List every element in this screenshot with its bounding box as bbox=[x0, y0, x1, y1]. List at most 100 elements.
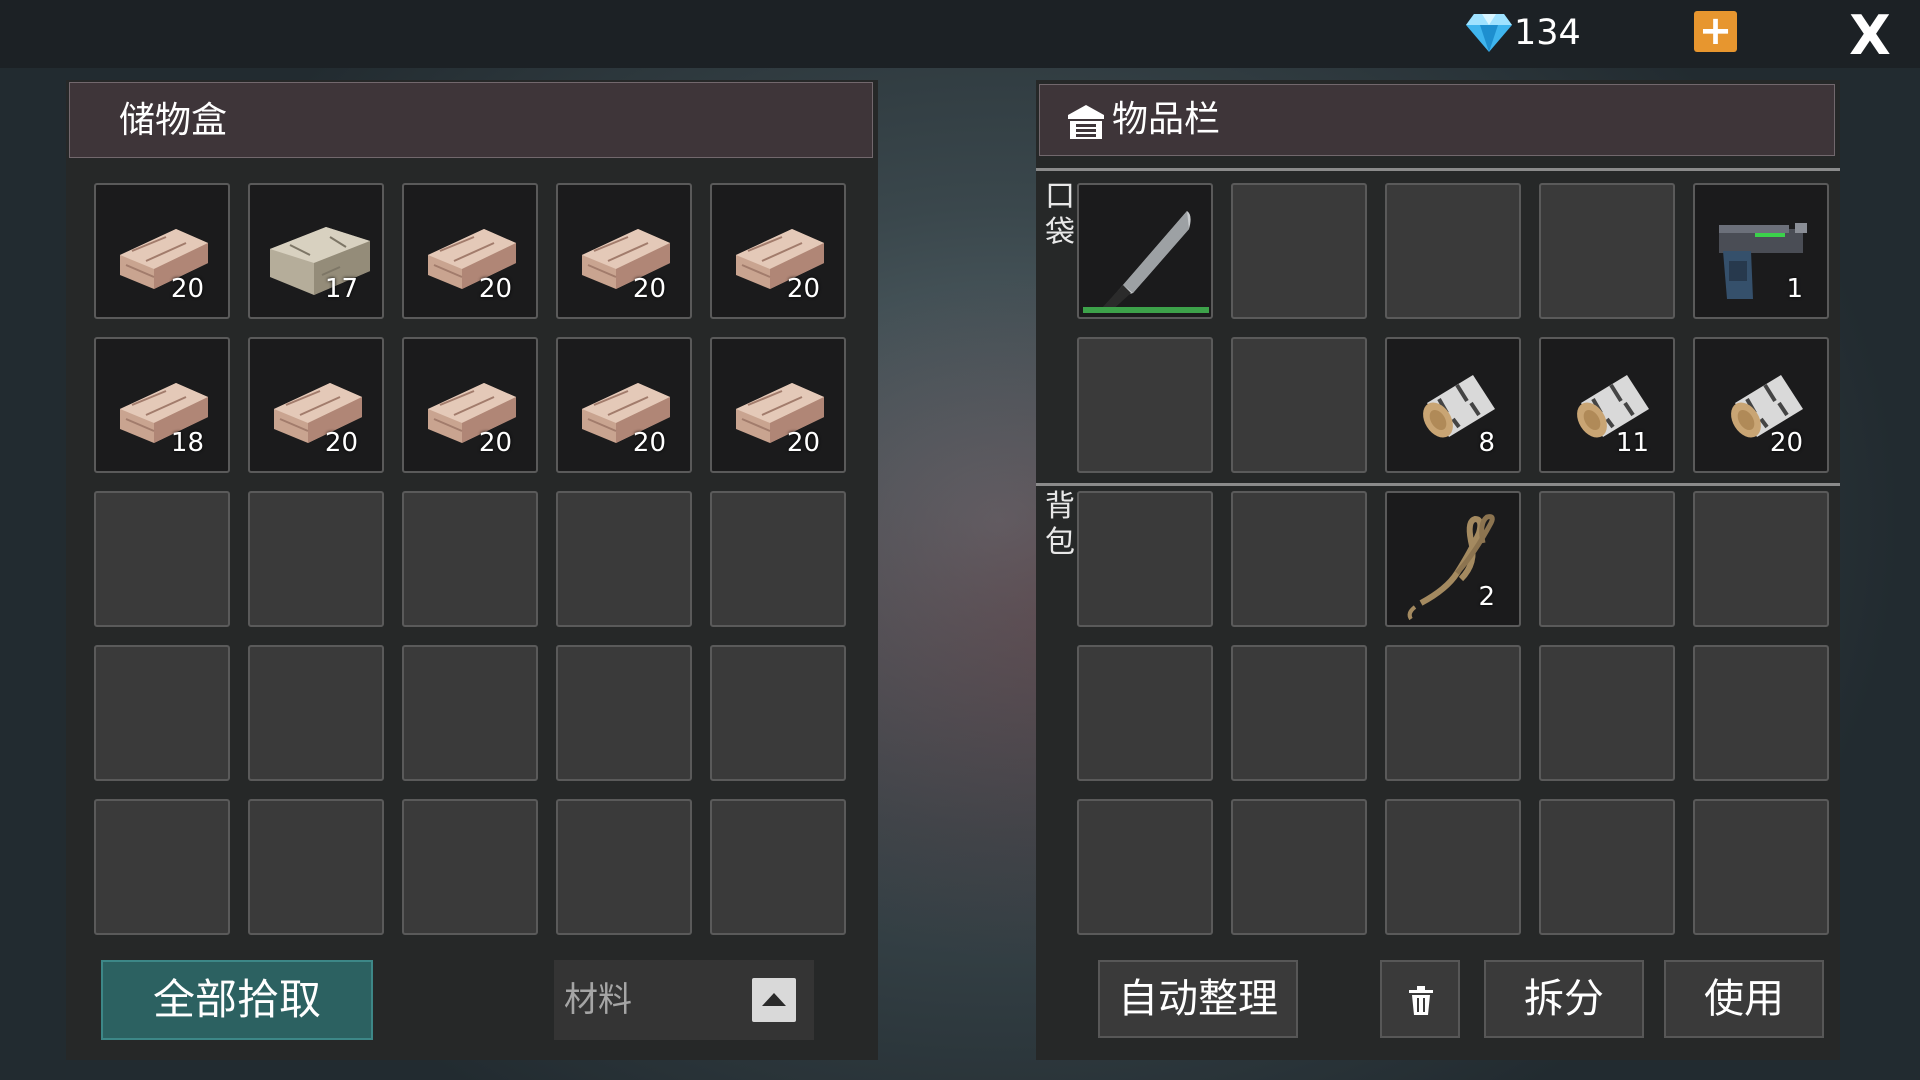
item-quantity: 18 bbox=[170, 428, 204, 458]
rope-icon bbox=[1407, 514, 1495, 621]
empty-slot[interactable] bbox=[1231, 799, 1367, 935]
pocket-label-2: 袋 bbox=[1045, 215, 1075, 250]
empty-slot[interactable] bbox=[1231, 183, 1367, 319]
empty-slot[interactable] bbox=[710, 491, 846, 627]
brick-slot[interactable]: 20 bbox=[248, 337, 384, 473]
item-quantity: 20 bbox=[1769, 428, 1803, 458]
brick-slot[interactable]: 20 bbox=[710, 183, 846, 319]
auto-sort-button[interactable]: 自动整理 bbox=[1098, 960, 1298, 1038]
birch-log-icon bbox=[1577, 375, 1649, 438]
empty-slot[interactable] bbox=[94, 799, 230, 935]
stone-block-icon bbox=[270, 227, 370, 295]
empty-slot[interactable] bbox=[556, 645, 692, 781]
item-quantity: 8 bbox=[1478, 428, 1495, 458]
item-quantity: 1 bbox=[1786, 274, 1803, 304]
birch-log-slot[interactable]: 8 bbox=[1385, 337, 1521, 473]
pistol-icon bbox=[1719, 223, 1807, 299]
empty-slot[interactable] bbox=[1539, 799, 1675, 935]
empty-slot[interactable] bbox=[1231, 645, 1367, 781]
birch-log-slot[interactable]: 20 bbox=[1693, 337, 1829, 473]
empty-slot[interactable] bbox=[402, 645, 538, 781]
pocket-label-1: 口 bbox=[1045, 179, 1075, 214]
inventory-title: 物品栏 bbox=[1112, 99, 1221, 140]
top-bar: 134 + X bbox=[0, 0, 1920, 68]
brick-slot[interactable]: 20 bbox=[402, 337, 538, 473]
machete-slot[interactable] bbox=[1077, 183, 1213, 319]
empty-slot[interactable] bbox=[1077, 337, 1213, 473]
warehouse-icon bbox=[1068, 105, 1104, 139]
brick-icon bbox=[428, 229, 516, 289]
empty-slot[interactable] bbox=[1539, 183, 1675, 319]
item-quantity: 20 bbox=[786, 274, 820, 304]
item-quantity: 20 bbox=[170, 274, 204, 304]
brick-slot[interactable]: 20 bbox=[556, 337, 692, 473]
empty-slot[interactable] bbox=[1385, 645, 1521, 781]
item-quantity: 20 bbox=[632, 428, 666, 458]
empty-slot[interactable] bbox=[556, 799, 692, 935]
empty-slot[interactable] bbox=[1077, 491, 1213, 627]
category-filter-select[interactable]: 材料 bbox=[554, 960, 814, 1040]
empty-slot[interactable] bbox=[1693, 491, 1829, 627]
empty-slot[interactable] bbox=[1693, 645, 1829, 781]
collect-all-button[interactable]: 全部拾取 bbox=[101, 960, 373, 1040]
diamond-icon bbox=[1466, 14, 1512, 52]
empty-slot[interactable] bbox=[94, 645, 230, 781]
brick-icon bbox=[120, 383, 208, 443]
empty-slot[interactable] bbox=[402, 799, 538, 935]
brick-slot[interactable]: 20 bbox=[402, 183, 538, 319]
pistol-slot[interactable]: 1 bbox=[1693, 183, 1829, 319]
empty-slot[interactable] bbox=[248, 799, 384, 935]
empty-slot[interactable] bbox=[1077, 645, 1213, 781]
empty-slot[interactable] bbox=[1077, 799, 1213, 935]
empty-slot[interactable] bbox=[556, 491, 692, 627]
item-quantity: 20 bbox=[632, 274, 666, 304]
brick-slot[interactable]: 20 bbox=[710, 337, 846, 473]
item-quantity: 2 bbox=[1478, 582, 1495, 612]
gem-count: 134 bbox=[1514, 13, 1581, 53]
birch-log-icon bbox=[1731, 375, 1803, 438]
item-quantity: 20 bbox=[478, 274, 512, 304]
empty-slot[interactable] bbox=[1231, 337, 1367, 473]
storage-title-bar: 储物盒 bbox=[69, 82, 873, 158]
item-quantity: 17 bbox=[324, 274, 358, 304]
brick-slot[interactable]: 20 bbox=[94, 183, 230, 319]
empty-slot[interactable] bbox=[1539, 491, 1675, 627]
item-quantity: 11 bbox=[1615, 428, 1649, 458]
close-button[interactable]: X bbox=[1844, 8, 1896, 64]
durability-bar bbox=[1083, 307, 1209, 313]
item-quantity: 20 bbox=[786, 428, 820, 458]
brick-icon bbox=[736, 229, 824, 289]
backpack-label-1: 背 bbox=[1045, 489, 1075, 524]
storage-title: 储物盒 bbox=[119, 100, 228, 141]
empty-slot[interactable] bbox=[1539, 645, 1675, 781]
stone-block-slot[interactable]: 17 bbox=[248, 183, 384, 319]
brick-icon bbox=[582, 383, 670, 443]
empty-slot[interactable] bbox=[1231, 491, 1367, 627]
empty-slot[interactable] bbox=[402, 491, 538, 627]
rope-slot[interactable]: 2 bbox=[1385, 491, 1521, 627]
birch-log-slot[interactable]: 11 bbox=[1539, 337, 1675, 473]
item-quantity: 20 bbox=[324, 428, 358, 458]
empty-slot[interactable] bbox=[1385, 799, 1521, 935]
brick-slot[interactable]: 20 bbox=[556, 183, 692, 319]
add-gems-button[interactable]: + bbox=[1694, 11, 1737, 52]
empty-slot[interactable] bbox=[94, 491, 230, 627]
empty-slot[interactable] bbox=[710, 799, 846, 935]
empty-slot[interactable] bbox=[248, 645, 384, 781]
use-button[interactable]: 使用 bbox=[1664, 960, 1824, 1038]
empty-slot[interactable] bbox=[248, 491, 384, 627]
empty-slot[interactable] bbox=[1693, 799, 1829, 935]
item-quantity: 20 bbox=[478, 428, 512, 458]
empty-slot[interactable] bbox=[710, 645, 846, 781]
inventory-title-bar: 物品栏 bbox=[1039, 84, 1835, 156]
chevron-up-icon[interactable] bbox=[752, 978, 796, 1022]
split-button[interactable]: 拆分 bbox=[1484, 960, 1644, 1038]
brick-slot[interactable]: 18 bbox=[94, 337, 230, 473]
brick-icon bbox=[428, 383, 516, 443]
birch-log-icon bbox=[1423, 375, 1495, 438]
divider bbox=[1036, 483, 1840, 486]
filter-label: 材料 bbox=[564, 980, 632, 1020]
trash-button[interactable] bbox=[1380, 960, 1460, 1038]
brick-icon bbox=[736, 383, 824, 443]
empty-slot[interactable] bbox=[1385, 183, 1521, 319]
